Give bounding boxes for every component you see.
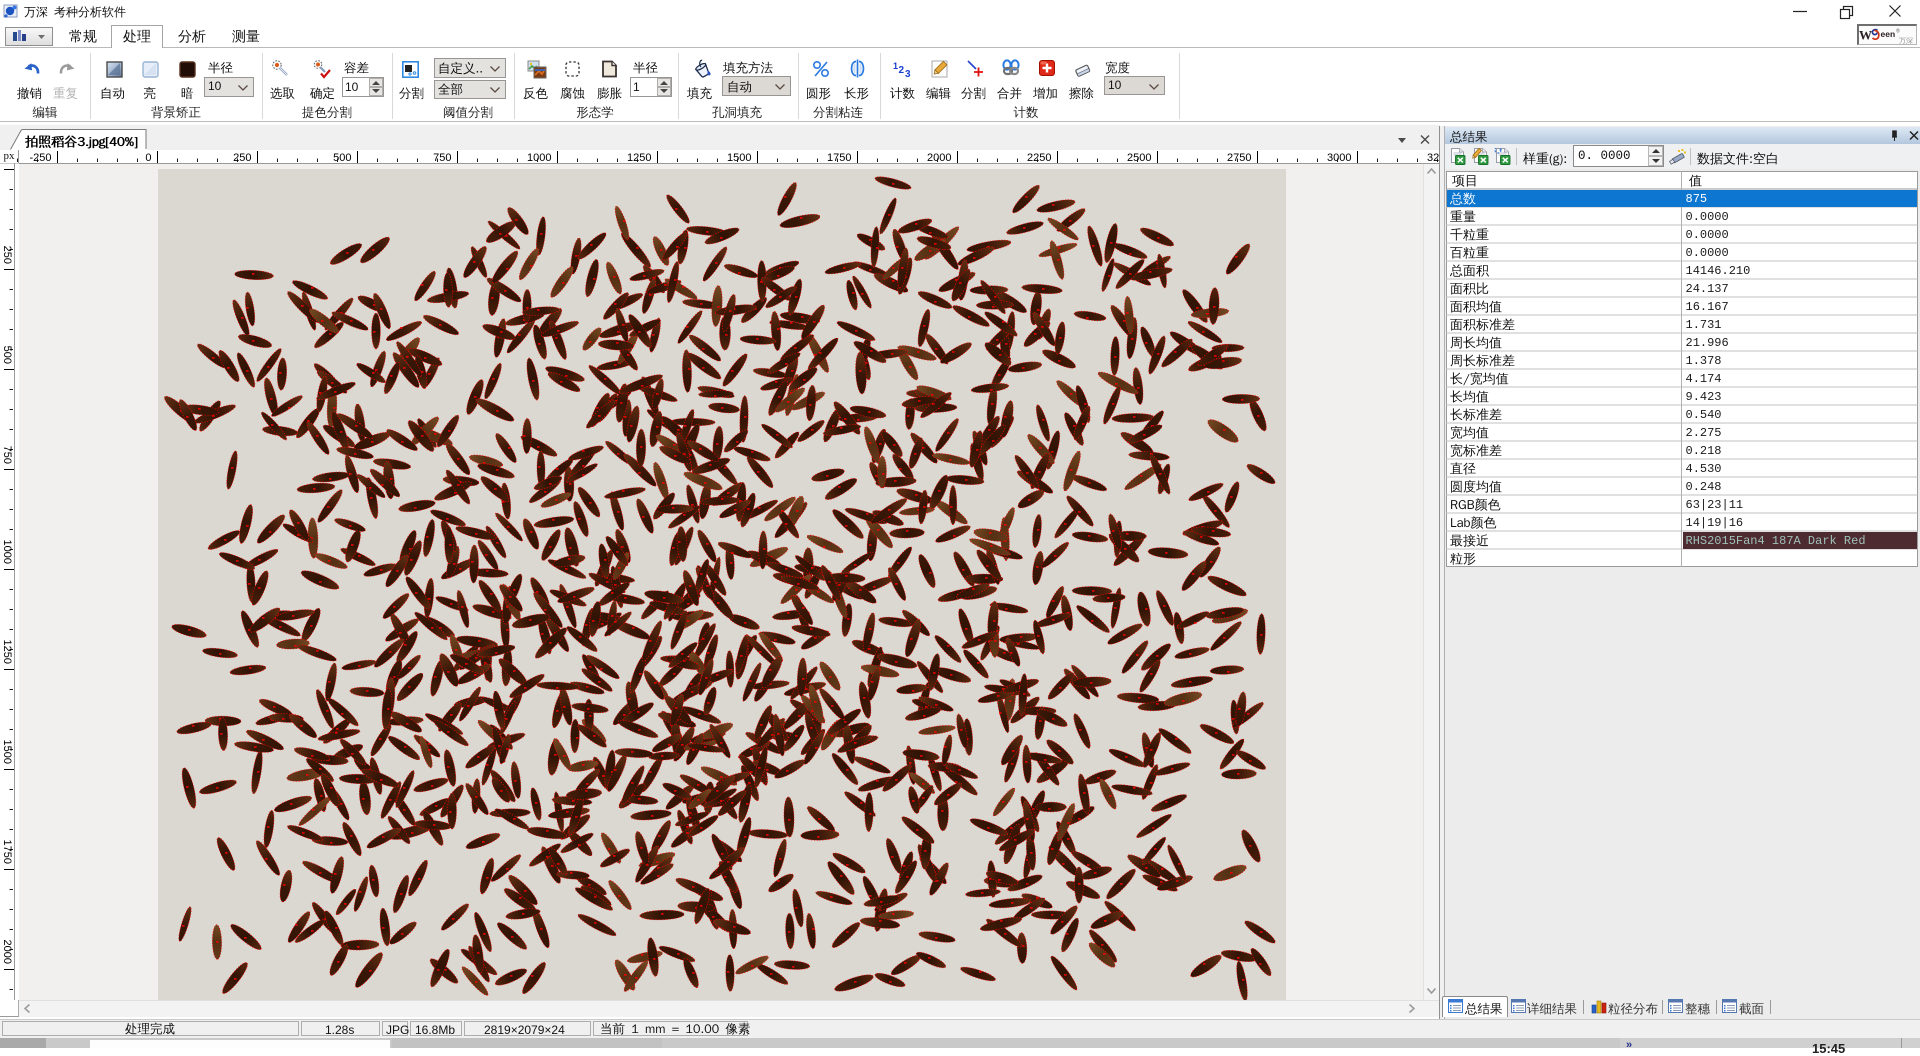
svg-text:2500: 2500 xyxy=(1127,152,1151,164)
svg-text:500: 500 xyxy=(1,346,13,364)
svg-text:0: 0 xyxy=(145,152,151,164)
svg-text:2750: 2750 xyxy=(1227,152,1251,164)
svg-text:1500: 1500 xyxy=(1,740,13,764)
svg-text:1250: 1250 xyxy=(1,640,13,664)
svg-text:3: 3 xyxy=(905,69,911,79)
svg-text:1750: 1750 xyxy=(827,152,851,164)
svg-text:®: ® xyxy=(1896,28,1900,35)
svg-text:2250: 2250 xyxy=(1027,152,1051,164)
svg-text:750: 750 xyxy=(433,152,451,164)
svg-text:-250: -250 xyxy=(29,152,51,164)
svg-text:1000: 1000 xyxy=(1,540,13,564)
svg-text:2000: 2000 xyxy=(1,940,13,964)
svg-text:2: 2 xyxy=(899,65,905,76)
svg-text:W: W xyxy=(1859,28,1872,43)
svg-text:3000: 3000 xyxy=(1327,152,1351,164)
svg-text:1750: 1750 xyxy=(1,840,13,864)
svg-text:1: 1 xyxy=(893,61,898,71)
svg-text:een: een xyxy=(1881,29,1896,39)
svg-text:750: 750 xyxy=(1,446,13,464)
svg-text:2000: 2000 xyxy=(927,152,951,164)
svg-text:1000: 1000 xyxy=(527,152,551,164)
svg-text:250: 250 xyxy=(233,152,251,164)
svg-text:1250: 1250 xyxy=(627,152,651,164)
svg-text:1500: 1500 xyxy=(727,152,751,164)
svg-text:500: 500 xyxy=(333,152,351,164)
svg-text:250: 250 xyxy=(1,246,13,264)
